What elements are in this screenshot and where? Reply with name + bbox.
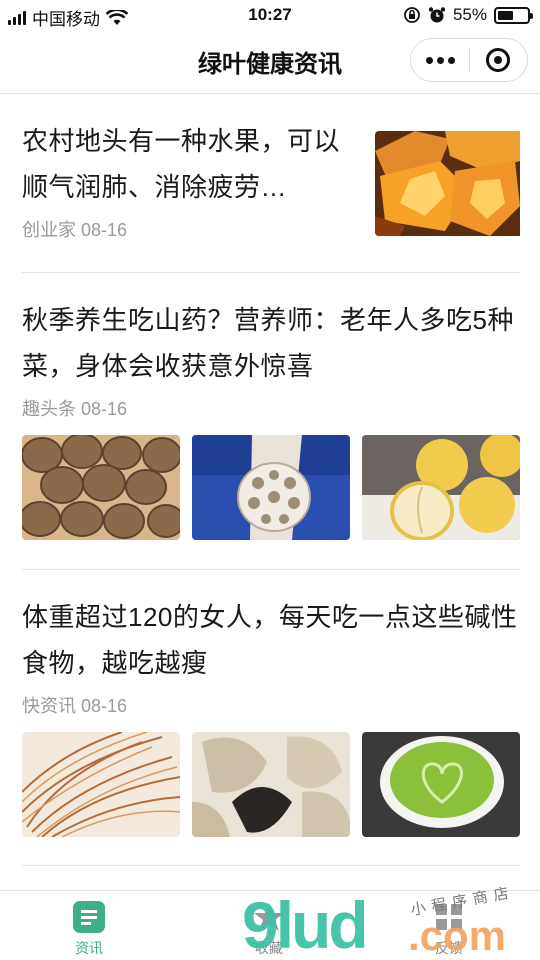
item-divider [22, 569, 520, 570]
article-source: 创业家 [22, 220, 76, 240]
article-source: 趣头条 [22, 399, 76, 419]
thumbnail-matcha-latte[interactable] [362, 732, 520, 837]
article-thumbnail-starfruit[interactable] [375, 131, 533, 236]
thumbnail-lotus-root[interactable] [192, 435, 350, 540]
article-thumbnails [22, 732, 520, 837]
news-item[interactable]: 体重超过120的女人，每天吃一点这些碱性食物，越吃越瘦 快资讯 08-16 [22, 594, 520, 837]
mini-program-capsule [410, 38, 528, 82]
thumbnail-corn-silk[interactable] [22, 732, 180, 837]
article-title: 秋季养生吃山药？营养师：老年人多吃5种菜，身体会收获意外惊喜 [22, 305, 514, 381]
news-item[interactable]: 秋季养生吃山药？营养师：老年人多吃5种菜，身体会收获意外惊喜 趣头条 08-16 [22, 297, 520, 540]
tab-news[interactable]: 资讯 [39, 901, 139, 958]
watermark-brand: 9lud [242, 888, 369, 960]
battery-percent: 55% [452, 5, 487, 24]
more-icon[interactable] [411, 56, 469, 64]
thumbnail-taro[interactable] [22, 435, 180, 540]
article-source: 快资讯 [22, 696, 76, 716]
article-title: 农村地头有一种水果，可以顺气润肺、消除疲劳… [22, 126, 341, 202]
battery-fill [498, 10, 513, 20]
article-date: 08-16 [81, 399, 128, 419]
news-item[interactable]: 农村地头有一种水果，可以顺气润肺、消除疲劳… 创业家 08-16 [22, 118, 520, 242]
alarm-icon [428, 7, 446, 23]
battery-icon [494, 6, 533, 24]
thumbnail-pears[interactable] [362, 435, 520, 540]
article-thumbnails [22, 435, 520, 540]
item-divider [22, 272, 520, 273]
close-circle-icon [486, 48, 511, 72]
tab-news-label: 资讯 [75, 940, 103, 956]
news-icon [73, 901, 105, 933]
orientation-lock-icon [404, 7, 420, 23]
status-bar: 中国移动 10:27 55% [0, 0, 540, 30]
article-meta: 趣头条 08-16 [22, 395, 520, 421]
item-divider [22, 865, 520, 866]
site-watermark: 9lud .com 小程序商店 [240, 883, 540, 960]
article-meta: 快资讯 08-16 [22, 692, 520, 718]
article-title: 体重超过120的女人，每天吃一点这些碱性食物，越吃越瘦 [22, 602, 518, 678]
close-button[interactable] [470, 48, 527, 72]
article-date: 08-16 [81, 220, 128, 240]
thumbnail-black-garlic[interactable] [192, 732, 350, 837]
article-date: 08-16 [81, 696, 128, 716]
watermark-domain: .com [408, 912, 507, 959]
nav-bar: 绿叶健康资讯 [0, 30, 540, 94]
